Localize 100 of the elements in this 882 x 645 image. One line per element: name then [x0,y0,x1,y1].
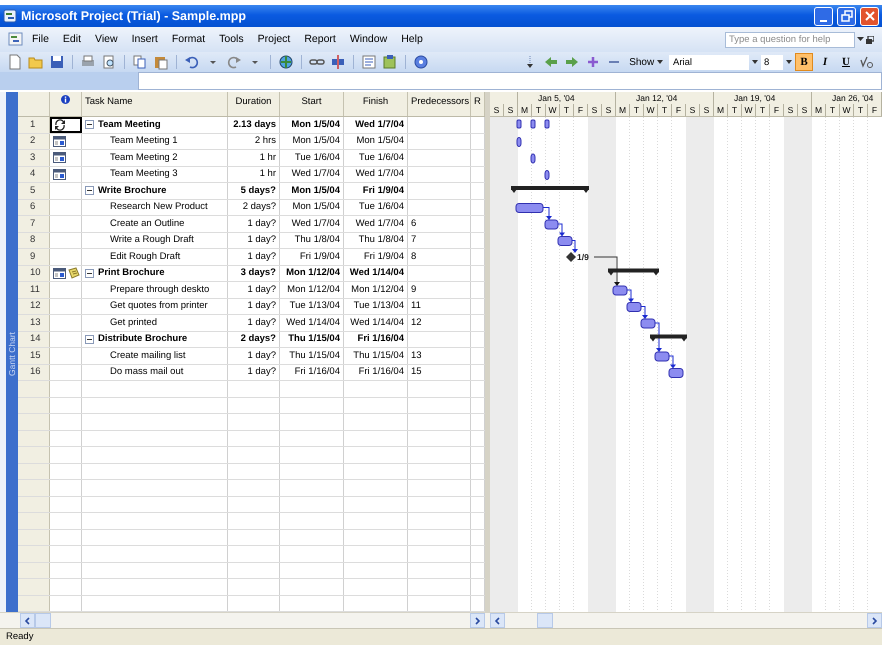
task-bar[interactable] [516,203,544,213]
row-number[interactable]: 16 [18,364,50,380]
row-number[interactable]: 3 [18,150,50,166]
caret-icon[interactable] [857,37,864,42]
start-date-cell: Wed 1/7/04 [280,166,344,182]
task-bar[interactable] [530,154,536,164]
rollup-bar[interactable] [544,120,550,128]
row-header-cell[interactable] [18,447,50,462]
split-icon[interactable] [329,53,347,71]
collapse-icon[interactable] [85,186,94,196]
day-label: W [644,104,658,116]
summary-bar[interactable] [608,268,659,276]
row-number[interactable]: 15 [18,348,50,364]
row-number[interactable]: 7 [18,216,50,232]
row-header-cell[interactable] [18,579,50,594]
scroll-thumb[interactable] [35,613,51,628]
menu-item[interactable]: Tools [213,30,250,48]
row-number[interactable]: 2 [18,134,50,149]
row-number[interactable]: 14 [18,332,50,347]
row-header-cell[interactable] [18,546,50,562]
close-button[interactable] [860,6,879,26]
bold-button[interactable]: B [795,53,813,71]
restore-button[interactable] [837,6,856,26]
task-bar[interactable] [544,170,550,180]
save-icon[interactable] [48,53,66,71]
task-info-icon[interactable] [360,53,378,71]
row-number[interactable]: 13 [18,315,50,330]
column-header[interactable]: Finish [344,92,408,116]
task-bar[interactable] [558,236,572,246]
menu-item[interactable]: Report [298,30,342,48]
task-bar[interactable] [612,286,628,296]
font-size-field[interactable]: 8 [761,54,783,70]
collapse-icon[interactable] [85,334,94,344]
column-header[interactable]: Task Name [82,92,228,116]
entry-field[interactable] [138,72,882,90]
row-header-cell[interactable] [18,496,50,512]
task-bar[interactable] [640,318,656,328]
menu-item[interactable]: Window [344,30,394,48]
menu-item[interactable]: File [26,30,55,48]
row-number[interactable]: 6 [18,200,50,215]
task-bar[interactable] [668,368,684,378]
row-header-cell[interactable] [18,430,50,446]
rollup-bar[interactable] [530,120,536,128]
minimize-button[interactable] [814,6,833,26]
milestone-diamond[interactable] [566,252,576,262]
collapse-icon[interactable] [85,120,94,130]
row-number[interactable]: 9 [18,249,50,264]
font-name-field[interactable]: Arial [669,54,749,70]
scroll-left-button[interactable] [490,613,505,628]
menu-item[interactable]: Help [395,30,429,48]
row-number[interactable]: 12 [18,298,50,314]
scroll-left-button[interactable] [20,613,35,628]
column-header[interactable]: Predecessors [408,92,471,116]
scroll-right-button[interactable] [470,613,485,628]
help-search-field[interactable]: Type a question for help [725,32,855,48]
row-number[interactable]: 10 [18,266,50,281]
column-header[interactable]: Start [280,92,344,116]
restore-window-icon[interactable] [866,36,874,44]
underline-button[interactable]: U [837,53,855,71]
task-bar[interactable] [654,352,670,362]
menu-item[interactable]: Edit [56,30,88,48]
row-number[interactable]: 1 [18,117,50,132]
menu-item[interactable]: View [89,30,124,48]
rollup-bar[interactable] [516,120,522,128]
task-bar[interactable] [544,220,558,230]
scroll-thumb[interactable] [537,613,553,628]
row-header-cell[interactable] [18,480,50,496]
row-header-cell[interactable] [18,562,50,578]
day-label: F [868,104,882,116]
row-number[interactable]: 8 [18,232,50,248]
row-number[interactable]: 5 [18,183,50,198]
column-header[interactable]: Duration [228,92,280,116]
help-icon[interactable] [412,53,430,71]
row-header-cell[interactable] [18,596,50,611]
task-bar[interactable] [626,302,642,312]
show-menu-button[interactable]: Show [626,54,666,70]
menu-item[interactable]: Project [252,30,296,48]
italic-button[interactable]: I [816,53,834,71]
row-header-cell[interactable] [18,398,50,413]
row-header-cell[interactable] [18,381,50,396]
scroll-right-button[interactable] [867,613,882,628]
row-header-cell[interactable] [18,414,50,430]
menu-item[interactable]: Format [166,30,212,48]
row-number[interactable]: 11 [18,282,50,298]
summary-bar[interactable] [650,334,687,342]
task-name: Do mass mail out [82,364,228,380]
task-bar[interactable] [516,137,522,147]
collapse-icon[interactable] [85,268,94,278]
summary-bar[interactable] [511,186,589,193]
document-icon[interactable] [8,32,24,47]
predecessors-cell: 15 [408,364,471,380]
row-header-cell[interactable] [18,464,50,479]
menu-item[interactable]: Insert [126,30,164,48]
caret-icon[interactable] [786,60,792,64]
duration-cell: 1 day? [228,282,280,298]
row-header-cell[interactable] [18,513,50,528]
caret-icon[interactable] [752,60,758,64]
globe-icon[interactable] [277,53,295,71]
row-header-cell[interactable] [18,530,50,545]
row-number[interactable]: 4 [18,166,50,182]
